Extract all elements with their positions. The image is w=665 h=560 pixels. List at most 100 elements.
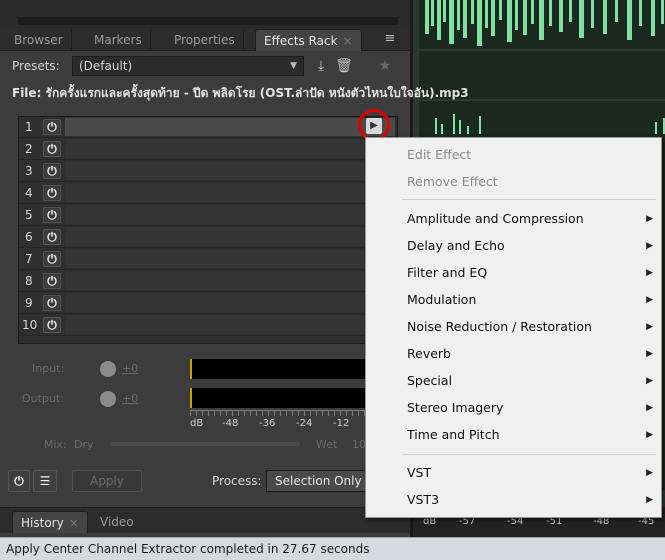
scale-label: -36 [259,418,276,429]
slot-body[interactable] [65,228,395,246]
tab-label: History [21,516,64,530]
slot-body[interactable] [65,184,395,202]
panel-scrollbar[interactable] [18,17,398,25]
effect-slot[interactable]: 9 ⏻ [19,293,397,314]
menu-item-time-pitch[interactable]: Time and Pitch ▶ [366,422,661,448]
output-meter [190,388,365,408]
menu-item-delay-echo[interactable]: Delay and Echo ▶ [366,233,661,259]
effect-slot[interactable]: 10 ⏻ [19,315,397,336]
mix-slider[interactable] [110,442,300,446]
menu-item-label: Special [407,373,453,388]
slot-body[interactable] [65,206,395,224]
presets-dropdown[interactable]: (Default) ▼ [72,56,304,76]
menu-item-modulation[interactable]: Modulation ▶ [366,287,661,313]
mix-label: Mix: [44,438,67,451]
effect-slot[interactable]: 2 ⏻ [19,139,397,160]
effect-slot[interactable]: 7 ⏻ [19,249,397,270]
slot-number: 4 [25,186,33,200]
slot-body[interactable] [65,162,395,180]
input-value[interactable]: +0 [122,362,138,375]
effect-slot[interactable]: 5 ⏻ [19,205,397,226]
submenu-arrow-icon: ▶ [646,322,653,332]
menu-item-vst[interactable]: VST ▶ [366,460,661,486]
menu-item-amplitude-compression[interactable]: Amplitude and Compression ▶ [366,206,661,232]
tab-label: Video [100,515,134,529]
effect-slot[interactable]: 1 ⏻ [19,117,397,138]
mix-dry-label: Dry [74,438,94,451]
mix-value[interactable]: 10 [352,438,366,451]
menu-item-label: Delay and Echo [407,238,505,253]
menu-separator [402,454,656,455]
presets-row: Presets: (Default) ▼ ⤓ 🗑 ★ [0,52,410,80]
tab-effects-rack[interactable]: Effects Rack × [255,29,362,51]
effects-rack-panel: Browser Markers Properties Effects Rack ×… [0,0,469,537]
power-icon[interactable]: ⏻ [43,185,61,201]
apply-button[interactable]: Apply [72,470,142,492]
tab-browser[interactable]: Browser [6,29,72,51]
slot-body[interactable] [65,250,395,268]
output-knob[interactable] [100,391,116,407]
power-icon[interactable]: ⏻ [43,141,61,157]
menu-item-stereo-imagery[interactable]: Stereo Imagery ▶ [366,395,661,421]
close-icon[interactable]: × [343,34,353,48]
tab-label: Properties [174,33,235,47]
panel-menu-icon[interactable]: ≡ [380,30,400,48]
process-dropdown[interactable]: Selection Only [266,470,366,492]
list-icon[interactable]: ☰ [33,470,57,492]
menu-item-noise-reduction[interactable]: Noise Reduction / Restoration ▶ [366,314,661,340]
power-icon[interactable]: ⏻ [43,229,61,245]
slot-body[interactable] [65,316,395,334]
scale-label: dB [190,418,204,429]
star-icon[interactable]: ★ [376,58,394,74]
tab-label: Markers [94,33,142,47]
effect-slot[interactable]: 4 ⏻ [19,183,397,204]
menu-item-filter-eq[interactable]: Filter and EQ ▶ [366,260,661,286]
power-icon[interactable]: ⏻ [43,119,61,135]
tab-label: Browser [14,33,63,47]
menu-item-edit-effect[interactable]: Edit Effect [366,142,661,168]
submenu-arrow-icon: ▶ [646,295,653,305]
scale-label: -12 [333,418,350,429]
tab-markers[interactable]: Markers [86,29,151,51]
power-icon[interactable]: ⏻ [43,273,61,289]
tab-properties[interactable]: Properties [166,29,244,51]
power-icon[interactable]: ⏻ [43,295,61,311]
slot-number: 3 [25,164,33,178]
effect-slot[interactable]: 3 ⏻ [19,161,397,182]
slot-number: 5 [25,208,33,222]
panel-tab-bar: Browser Markers Properties Effects Rack ×… [0,27,410,51]
effect-slot[interactable]: 6 ⏻ [19,227,397,248]
menu-item-label: Amplitude and Compression [407,211,584,226]
slot-number: 2 [25,142,33,156]
tab-label: Effects Rack [264,34,338,48]
save-preset-icon[interactable]: ⤓ [312,58,330,74]
input-knob[interactable] [100,361,116,377]
file-name-label: File: รักครั้งแรกและครั้งสุดท้าย - ปีด พ… [12,86,469,100]
menu-item-label: Stereo Imagery [407,400,504,415]
menu-item-vst3[interactable]: VST3 ▶ [366,487,661,513]
slot-number: 1 [25,120,33,134]
presets-value: (Default) [79,59,133,73]
output-value[interactable]: +0 [122,392,138,405]
trash-icon[interactable]: 🗑 [335,58,353,74]
slot-body[interactable] [65,140,395,158]
tab-history[interactable]: History × [12,511,88,533]
menu-item-label: Edit Effect [407,147,472,162]
power-icon[interactable]: ⏻ [43,317,61,333]
slot-body[interactable] [65,294,395,312]
power-icon[interactable]: ⏻ [43,207,61,223]
power-icon[interactable]: ⏻ [43,251,61,267]
menu-item-remove-effect[interactable]: Remove Effect [366,169,661,195]
menu-item-special[interactable]: Special ▶ [366,368,661,394]
menu-item-reverb[interactable]: Reverb ▶ [366,341,661,367]
tab-video[interactable]: Video [92,511,142,533]
power-icon[interactable]: ⏻ [8,470,30,492]
close-icon[interactable]: × [69,516,79,530]
slot-body[interactable] [65,118,395,136]
effect-slot[interactable]: 8 ⏻ [19,271,397,292]
submenu-arrow-icon: ▶ [646,268,653,278]
menu-item-label: VST [407,465,432,480]
power-icon[interactable]: ⏻ [43,163,61,179]
menu-item-label: Noise Reduction / Restoration [407,319,592,334]
slot-body[interactable] [65,272,395,290]
